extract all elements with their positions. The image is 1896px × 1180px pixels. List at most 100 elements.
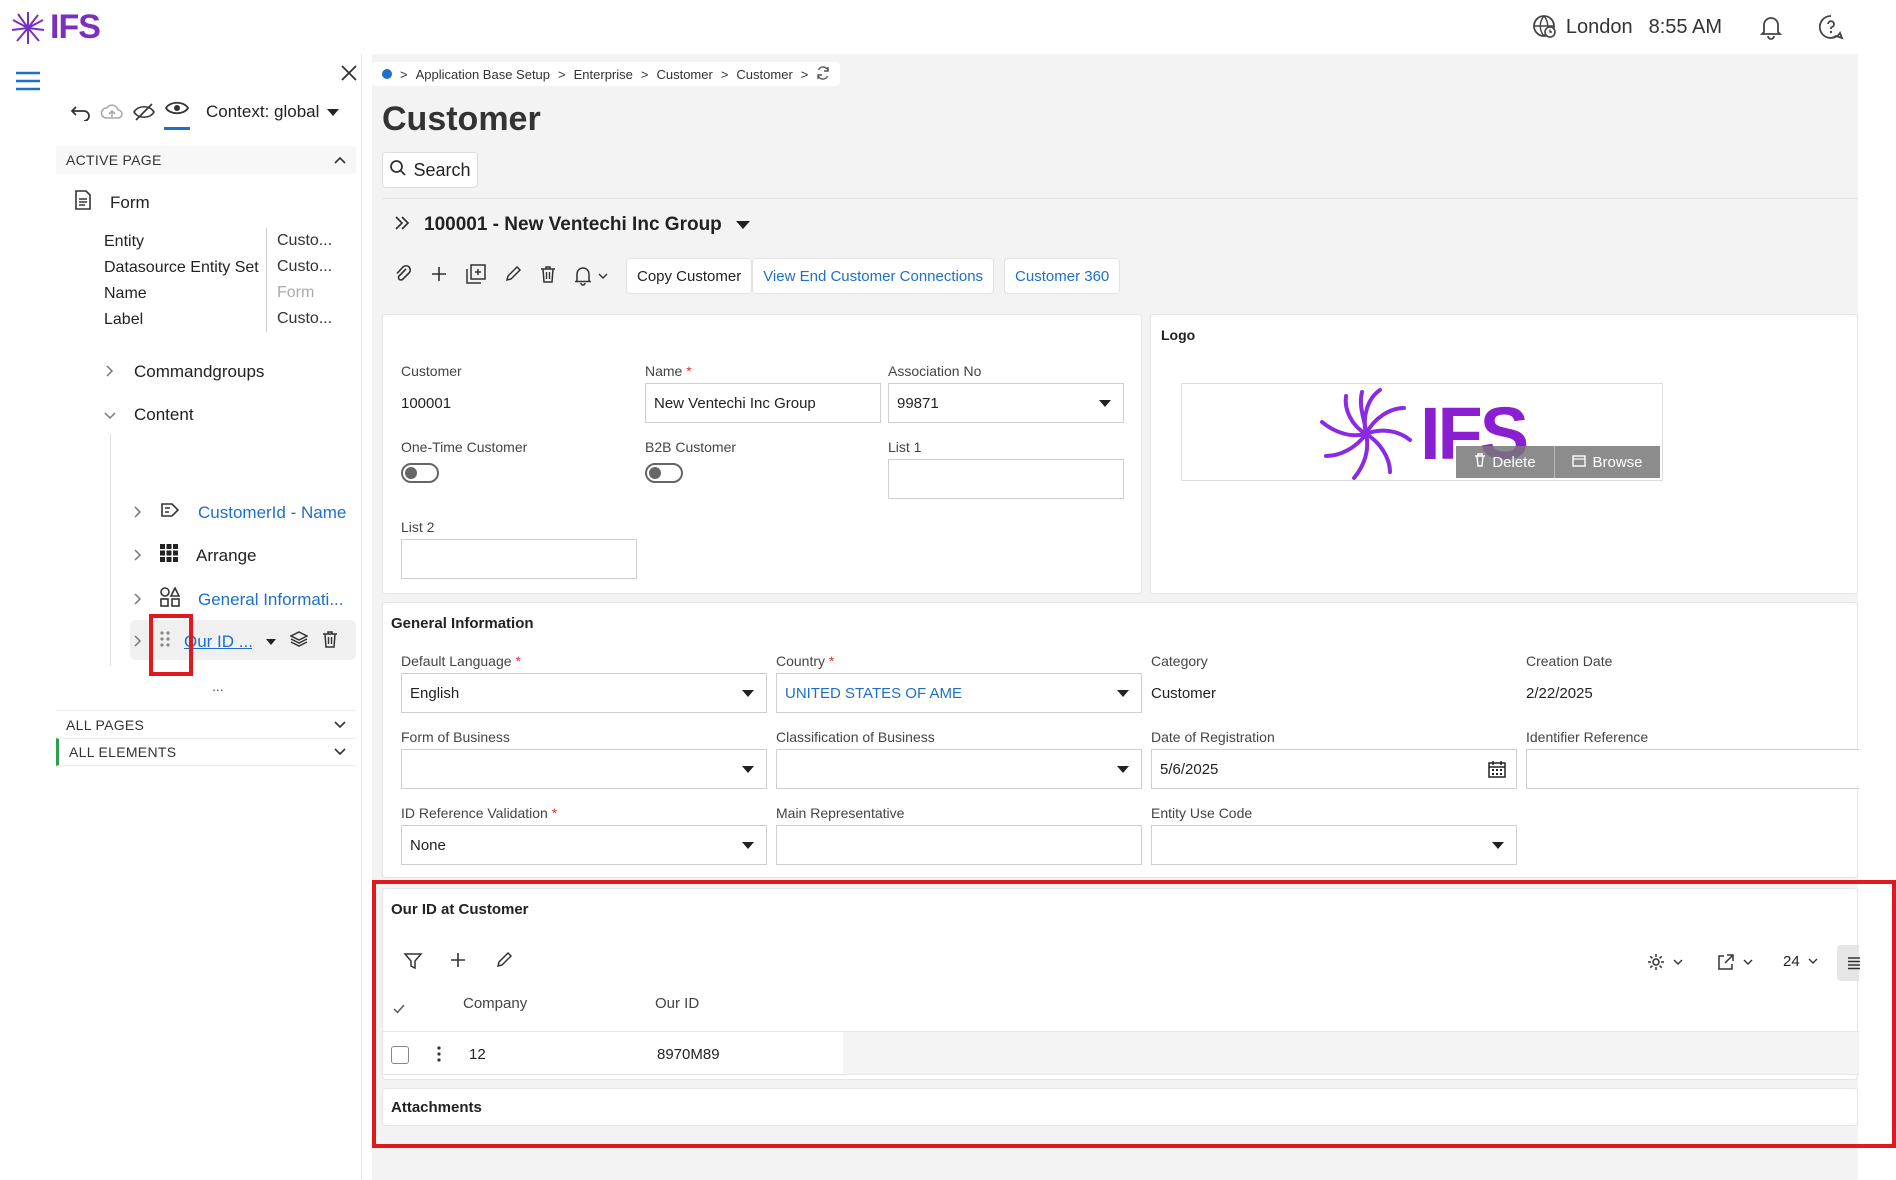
id-reference-validation-value: None (410, 836, 446, 854)
paperclip-icon[interactable] (394, 264, 412, 289)
bell-icon[interactable] (1756, 12, 1786, 42)
chevron-down-icon (104, 405, 116, 425)
all-elements-header[interactable]: ALL ELEMENTS (56, 738, 356, 766)
trash-icon[interactable] (322, 630, 338, 653)
caret-down-icon (1099, 400, 1111, 407)
add-icon[interactable] (430, 265, 448, 288)
home-dot-icon[interactable] (382, 69, 392, 79)
double-chevron-icon[interactable] (394, 214, 410, 236)
copy-customer-button[interactable]: Copy Customer (626, 258, 753, 294)
identifier-reference-input[interactable] (1526, 749, 1859, 789)
prop-label-value[interactable]: Custo... (266, 306, 332, 332)
id-reference-validation-select[interactable]: None (401, 825, 767, 865)
creation-date-value: 2/22/2025 (1526, 685, 1593, 702)
list2-input[interactable] (401, 539, 637, 579)
browse-label: Browse (1592, 453, 1643, 471)
breadcrumb-item-customer-page[interactable]: Customer (736, 67, 792, 82)
ifs-swirl-icon (1320, 388, 1412, 480)
tree-item-arrange[interactable]: Arrange (134, 544, 256, 567)
prop-datasource-value[interactable]: Custo... (266, 254, 332, 280)
duplicate-icon[interactable] (466, 263, 486, 289)
logo-delete-button[interactable]: Delete (1456, 446, 1554, 478)
chevron-right-icon (134, 590, 142, 610)
chevron-right-icon (106, 362, 114, 382)
calendar-icon[interactable] (1488, 760, 1506, 782)
main-representative-input[interactable] (776, 825, 1142, 865)
refresh-icon[interactable] (816, 65, 830, 83)
general-information-title: General Information (391, 615, 534, 632)
help-icon[interactable] (1816, 12, 1846, 42)
entity-use-code-select[interactable] (1151, 825, 1517, 865)
prop-entity-key: Entity (104, 233, 145, 250)
customer-header-card: Customer 100001 Name * New Ventechi Inc … (382, 314, 1142, 594)
breadcrumb-sep: > (558, 66, 566, 82)
layers-icon[interactable] (289, 630, 309, 653)
tree-item-general-information[interactable]: General Informati... (134, 586, 344, 612)
publish-cloud-icon[interactable] (100, 103, 124, 126)
close-panel-icon[interactable] (340, 64, 358, 87)
delete-icon[interactable] (540, 265, 556, 288)
association-no-select[interactable]: 99871 (888, 383, 1124, 423)
one-time-customer-label: One-Time Customer (401, 439, 528, 455)
breadcrumb-item-enterprise[interactable]: Enterprise (574, 67, 633, 82)
tree-item-customerid-name[interactable]: CustomerId - Name (134, 501, 346, 524)
view-end-customer-connections-button[interactable]: View End Customer Connections (752, 258, 995, 294)
classification-of-business-select[interactable] (776, 749, 1142, 789)
date-of-registration-value: 5/6/2025 (1160, 760, 1219, 778)
caret-down-icon[interactable] (735, 221, 750, 229)
designer-toolbar (62, 98, 190, 130)
preview-eye-icon[interactable] (164, 98, 190, 130)
country-select[interactable]: UNITED STATES OF AME (776, 673, 1142, 713)
logo-image-box: IFS Delete Browse (1181, 383, 1663, 481)
caret-down-icon (742, 766, 754, 773)
active-page-header[interactable]: ACTIVE PAGE (56, 146, 356, 174)
command-button-group: Copy Customer View End Customer Connecti… (626, 258, 995, 294)
ifs-logo[interactable]: IFS (10, 8, 101, 47)
notification-bell-icon[interactable] (574, 266, 608, 286)
hamburger-menu-icon[interactable] (14, 70, 42, 97)
hide-icon[interactable] (132, 102, 156, 127)
breadcrumb-item-app-base-setup[interactable]: Application Base Setup (416, 67, 550, 82)
country-label: Country * (776, 653, 835, 669)
our-id-section-highlight (372, 880, 1896, 1148)
active-page-label: ACTIVE PAGE (66, 152, 162, 168)
breadcrumb-item-customer[interactable]: Customer (656, 67, 712, 82)
logo-label: Logo (1161, 327, 1196, 343)
image-icon (1572, 454, 1587, 471)
designer-panel: Context: global ACTIVE PAGE Form Entity … (56, 54, 362, 1180)
form-of-business-select[interactable] (401, 749, 767, 789)
breadcrumb-sep: > (800, 66, 809, 82)
content-label: Content (134, 405, 194, 424)
time-text: 8:55 AM (1648, 15, 1722, 38)
form-node[interactable]: Form (74, 190, 150, 215)
breadcrumb-sep: > (640, 66, 649, 82)
caret-down-icon (742, 842, 754, 849)
name-input[interactable]: New Ventechi Inc Group (645, 383, 881, 423)
name-label: Name * (645, 363, 692, 379)
undo-icon[interactable] (70, 103, 92, 126)
logo-action-bar: Delete Browse (1456, 446, 1660, 478)
chevron-right-icon (134, 503, 142, 523)
date-of-registration-input[interactable]: 5/6/2025 (1151, 749, 1517, 789)
prop-name-key: Name (104, 285, 147, 302)
edit-pencil-icon[interactable] (504, 265, 522, 288)
all-pages-header[interactable]: ALL PAGES (56, 710, 356, 738)
caret-down-icon[interactable] (266, 638, 276, 645)
record-selector[interactable]: 100001 - New Ventechi Inc Group (394, 214, 750, 236)
one-time-customer-toggle[interactable] (401, 463, 439, 483)
context-dropdown[interactable]: Context: global (206, 96, 340, 128)
default-language-select[interactable]: English (401, 673, 767, 713)
list1-input[interactable] (888, 459, 1124, 499)
prop-name-value[interactable]: Form (266, 280, 314, 306)
customer-360-button[interactable]: Customer 360 (1004, 258, 1121, 294)
b2b-customer-toggle[interactable] (645, 463, 683, 483)
globe-clock-icon[interactable] (1530, 12, 1560, 42)
more-ellipsis[interactable]: ... (212, 678, 224, 694)
commandgroups-node[interactable]: Commandgroups (106, 362, 264, 382)
logo-browse-button[interactable]: Browse (1554, 446, 1660, 478)
prop-entity-value[interactable]: Custo... (266, 228, 332, 254)
chevron-down-icon (598, 273, 608, 279)
content-node[interactable]: Content (104, 405, 194, 425)
drag-handle-highlight (149, 614, 193, 676)
search-button[interactable]: Search (382, 152, 478, 188)
